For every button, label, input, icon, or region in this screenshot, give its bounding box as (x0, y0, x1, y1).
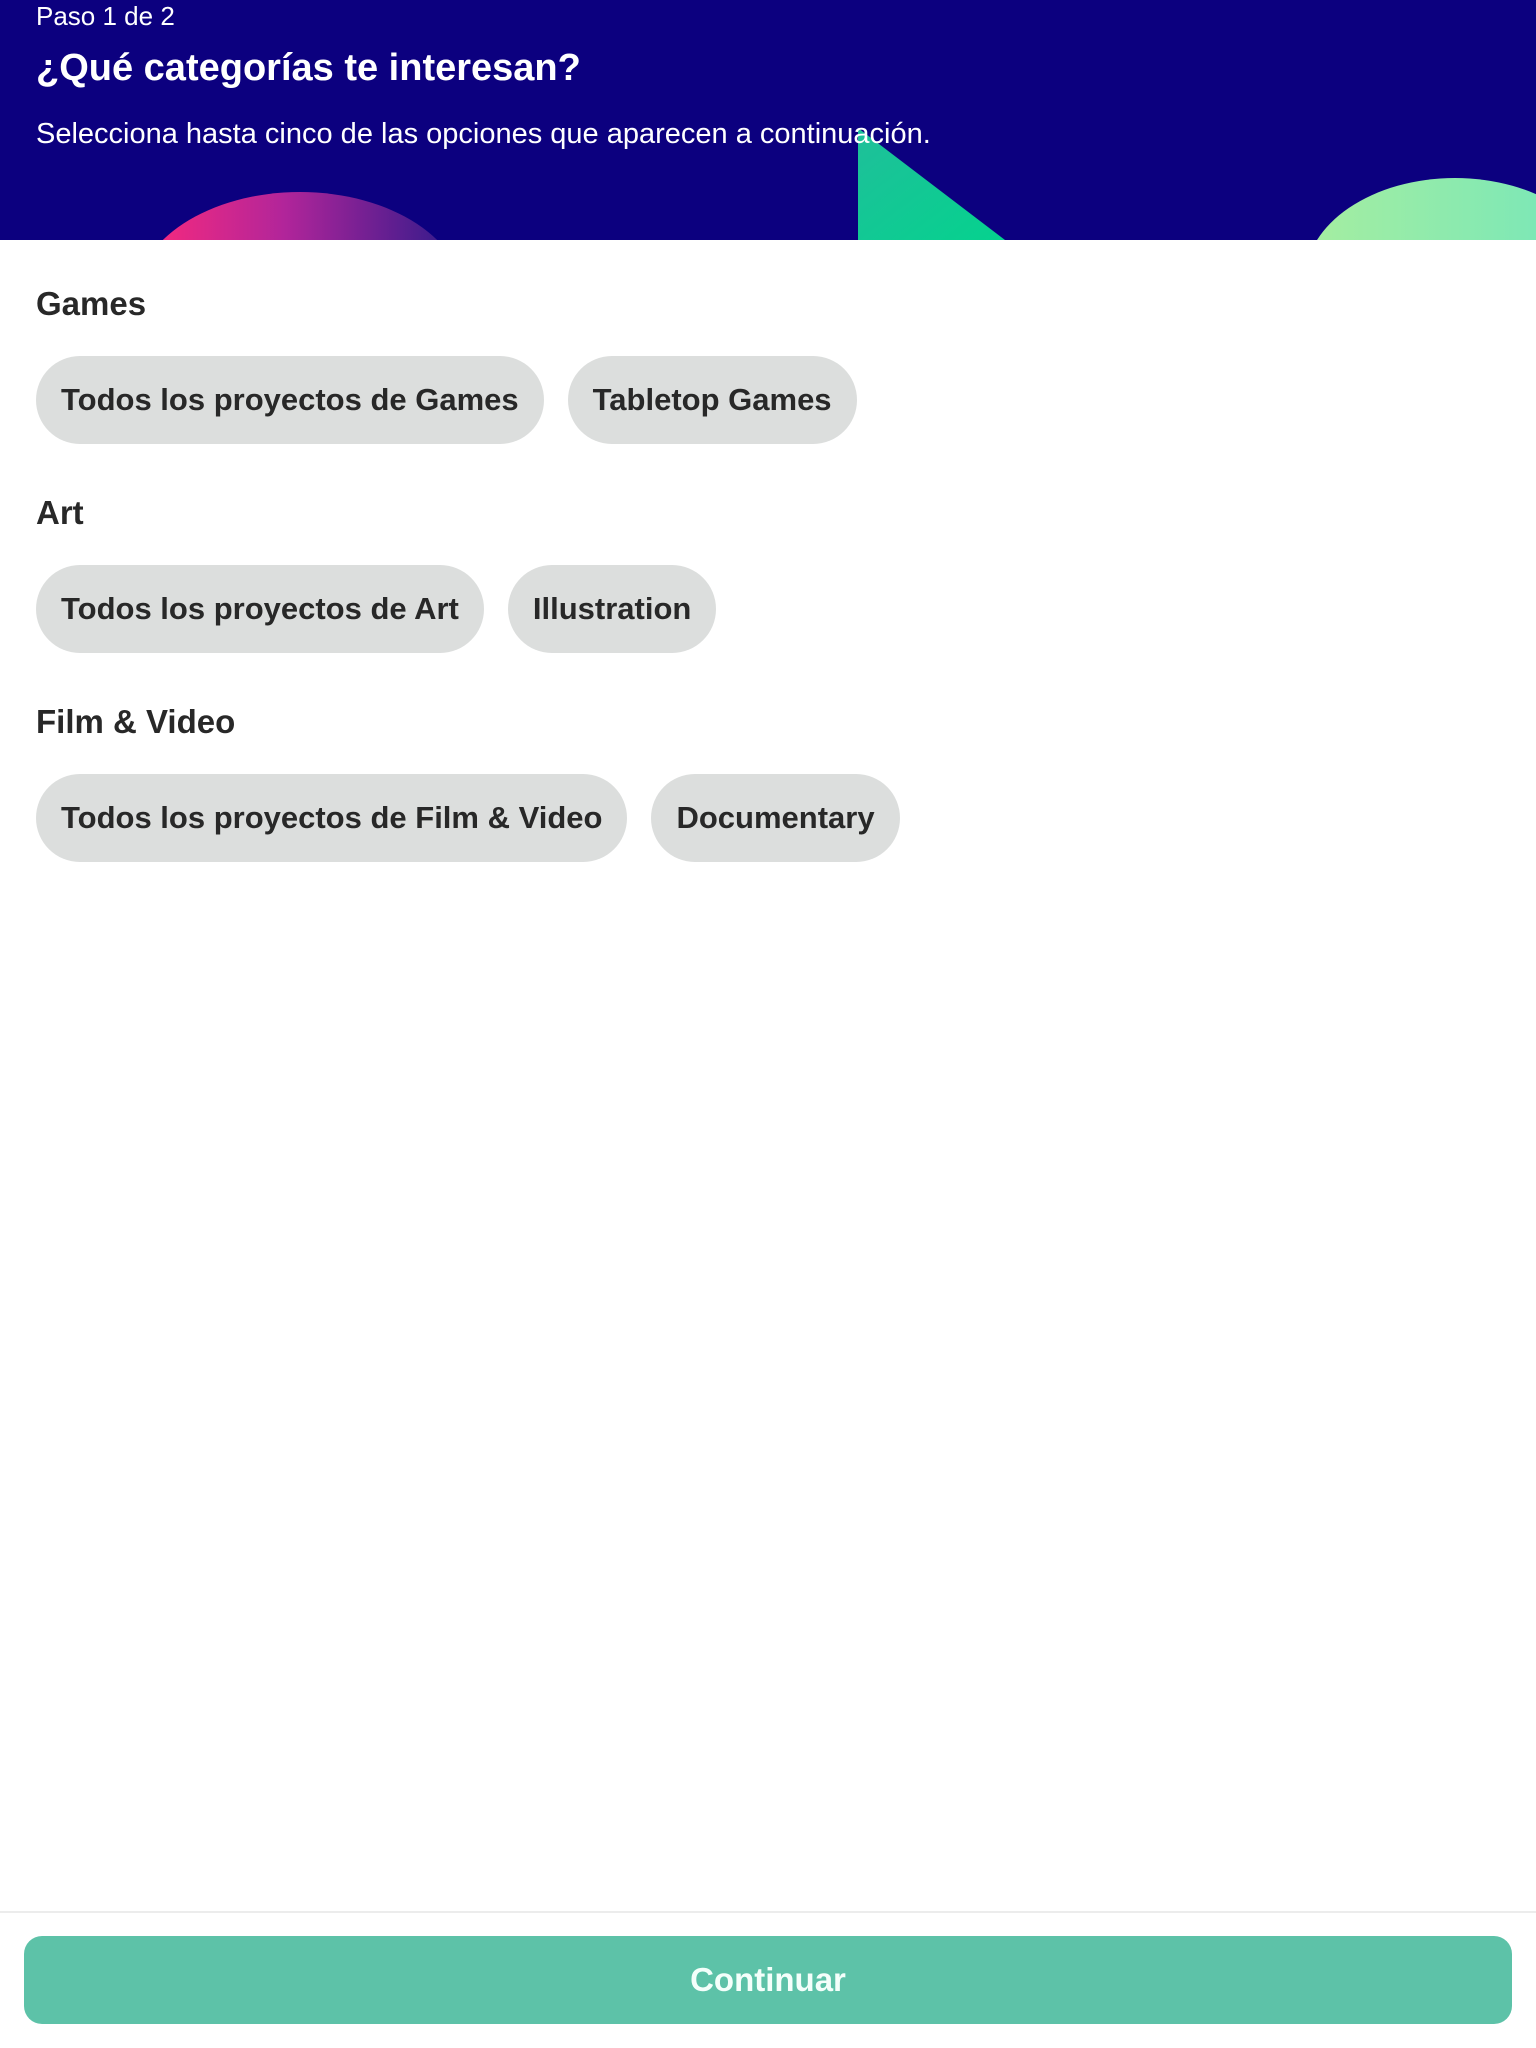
section-title: Games (36, 285, 147, 322)
category-chip-all-games[interactable]: Todos los proyectos de Games (36, 356, 544, 444)
category-section-film-video: Film & Video Todos los proyectos de Film… (36, 702, 900, 862)
category-chip-documentary[interactable]: Documentary (651, 774, 900, 862)
chip-group: Todos los proyectos de Games Tabletop Ga… (36, 356, 857, 444)
header-banner: Paso 1 de 2 ¿Qué categorías te interesan… (0, 0, 1536, 240)
step-indicator: Paso 1 de 2 (36, 1, 175, 31)
category-chip-tabletop-games[interactable]: Tabletop Games (567, 356, 857, 444)
page-title: ¿Qué categorías te interesan? (36, 47, 581, 89)
category-section-games: Games Todos los proyectos de Games Table… (36, 284, 857, 444)
footer-divider (0, 1911, 1536, 1913)
category-section-art: Art Todos los proyectos de Art Illustrat… (36, 493, 717, 653)
category-chip-illustration[interactable]: Illustration (507, 565, 717, 653)
lime-blob-shape (1317, 178, 1536, 240)
chip-group: Todos los proyectos de Art Illustration (36, 565, 717, 653)
chip-group: Todos los proyectos de Film & Video Docu… (36, 774, 900, 862)
section-title: Film & Video (36, 703, 236, 740)
category-chip-all-art[interactable]: Todos los proyectos de Art (36, 565, 484, 653)
continue-button[interactable]: Continuar (24, 1936, 1512, 2024)
section-title: Art (36, 494, 84, 531)
page-subtitle: Selecciona hasta cinco de las opciones q… (36, 118, 931, 150)
pink-blob-shape (162, 192, 438, 240)
category-chip-all-film-video[interactable]: Todos los proyectos de Film & Video (36, 774, 628, 862)
